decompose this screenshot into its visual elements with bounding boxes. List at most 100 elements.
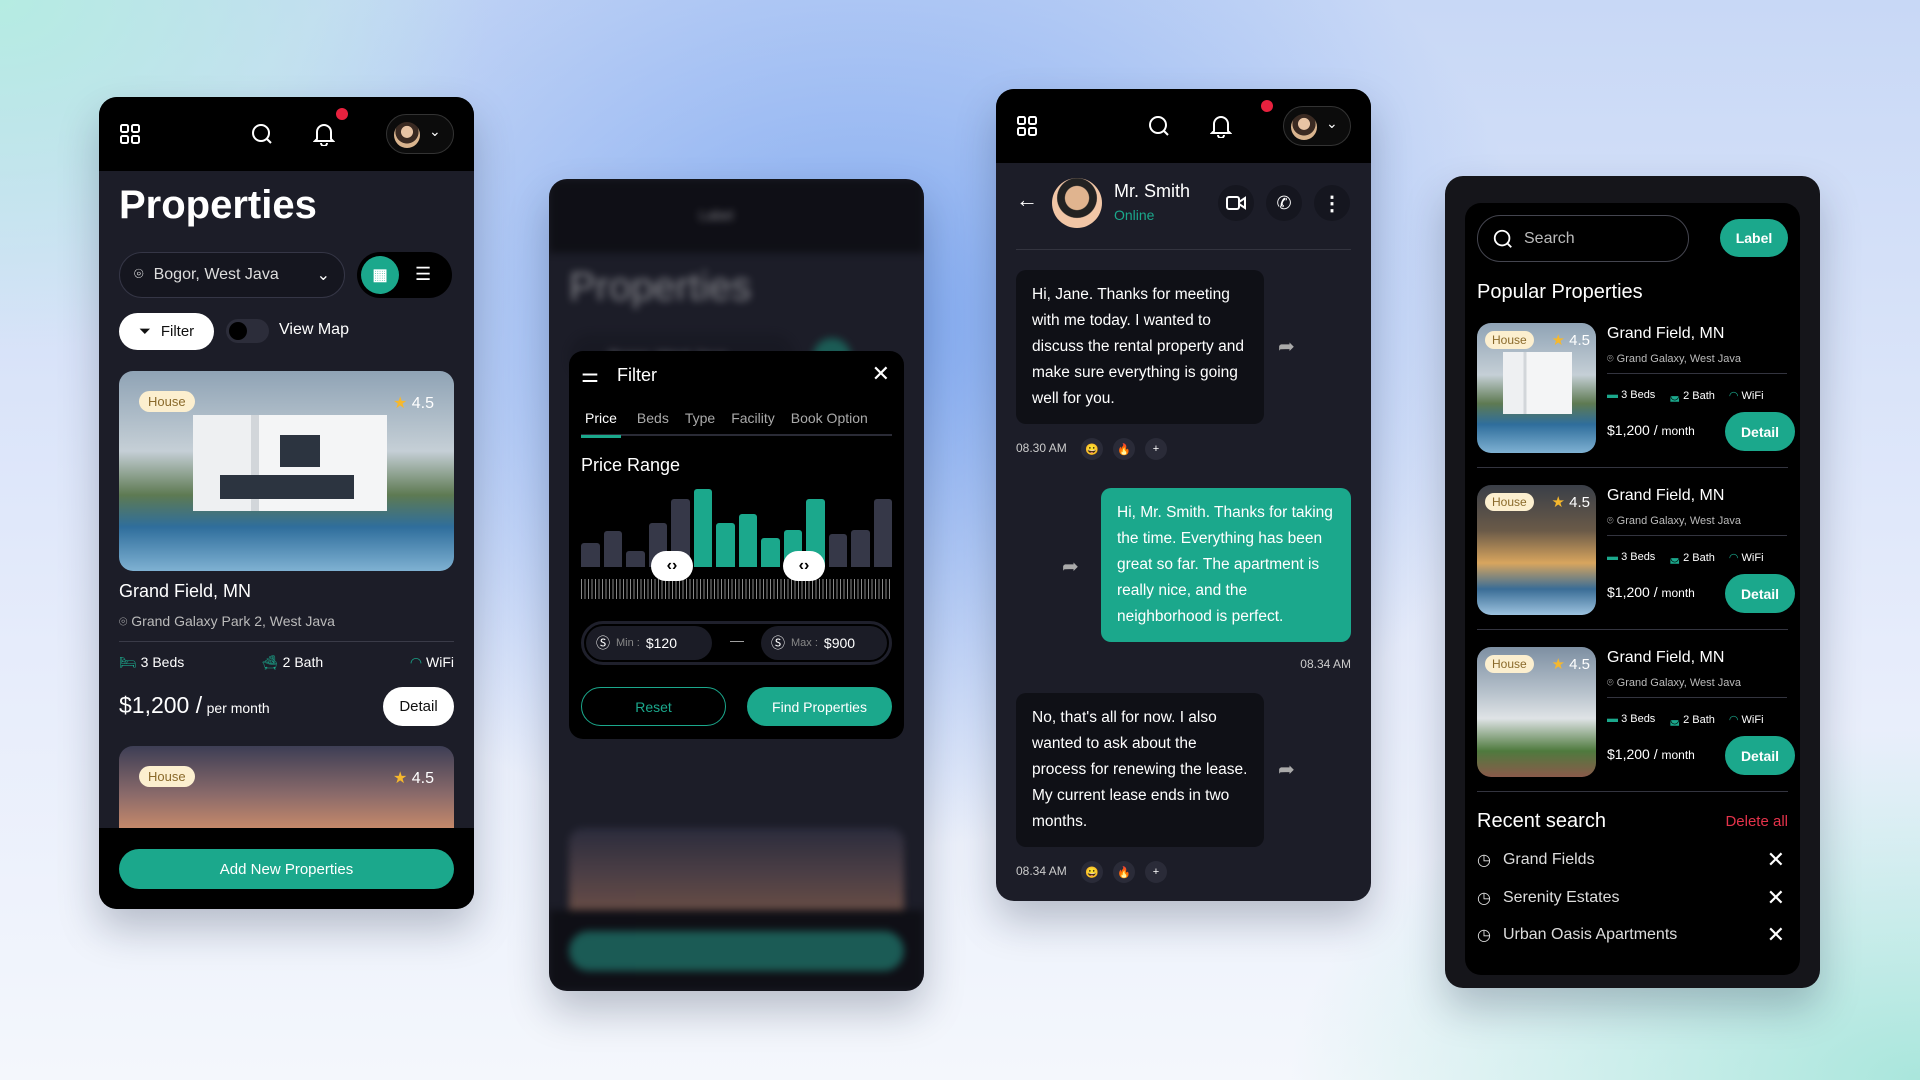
star-icon: ★ xyxy=(1551,656,1565,673)
find-properties-button[interactable]: Find Properties xyxy=(747,687,892,726)
location-pin-icon: ⌾ xyxy=(1607,515,1614,527)
share-icon[interactable]: ➦ xyxy=(1062,554,1079,579)
notification-dot xyxy=(336,108,348,120)
bed-icon: ▬ xyxy=(1607,713,1618,725)
grid-view-button[interactable]: ▦ xyxy=(361,256,399,294)
histogram-bar xyxy=(716,523,735,567)
tab-type[interactable]: Type xyxy=(685,410,715,434)
remove-icon[interactable]: ✕ xyxy=(1767,847,1785,873)
reaction-smile[interactable]: 😀 xyxy=(1081,861,1103,883)
page-title: Properties xyxy=(119,183,317,227)
profile-menu[interactable]: ⌄ xyxy=(386,114,454,154)
popular-property-item[interactable]: House ★ 4.5 Grand Field, MN ⌾ Grand Galax… xyxy=(1477,323,1795,453)
message-sent: Hi, Mr. Smith. Thanks for taking the tim… xyxy=(1101,488,1351,642)
message-time: 08.34 AM xyxy=(1300,657,1351,671)
remove-icon[interactable]: ✕ xyxy=(1767,885,1785,911)
back-arrow-icon[interactable]: ← xyxy=(1016,187,1038,213)
property-image[interactable]: House ★ 4.5 xyxy=(119,371,454,571)
popular-property-item[interactable]: House ★ 4.5 Grand Field, MN ⌾ Grand Galax… xyxy=(1477,647,1795,777)
detail-button[interactable]: Detail xyxy=(1725,736,1795,775)
add-new-properties-button[interactable]: Add New Properties xyxy=(119,849,454,889)
divider xyxy=(1477,791,1788,792)
reset-button[interactable]: Reset xyxy=(581,687,726,726)
recent-search-title: Recent search xyxy=(1477,810,1606,832)
popular-property-item[interactable]: House ★ 4.5 Grand Field, MN ⌾ Grand Galax… xyxy=(1477,485,1795,615)
price: $1,200 / per month xyxy=(119,692,270,718)
remove-icon[interactable]: ✕ xyxy=(1767,922,1785,948)
star-icon: ★ xyxy=(392,770,408,787)
histogram-bar xyxy=(828,534,847,567)
location-pin-icon: ⌾ xyxy=(119,613,128,629)
property-type-badge: House xyxy=(139,766,195,787)
dollar-icon: Ⓢ xyxy=(596,635,610,651)
detail-button[interactable]: Detail xyxy=(1725,412,1795,451)
bath: 🛁︎ 2 Bath xyxy=(261,654,324,670)
chevron-down-icon: ⌄ xyxy=(316,267,330,284)
tab-price[interactable]: Price xyxy=(581,410,621,438)
tab-facility[interactable]: Facility xyxy=(731,410,775,434)
search-icon[interactable] xyxy=(1146,113,1172,139)
recent-search-item[interactable]: ◷ Grand Fields ✕ xyxy=(1477,845,1785,875)
profile-menu[interactable]: ⌄ xyxy=(1283,106,1351,146)
min-price-field[interactable]: Ⓢ Min : $120 xyxy=(586,626,712,660)
histogram-bar xyxy=(693,489,712,567)
search-icon xyxy=(1493,229,1512,248)
search-icon[interactable] xyxy=(249,121,275,147)
property-image: House ★ 4.5 xyxy=(1477,647,1596,777)
add-reaction-button[interactable]: + xyxy=(1145,438,1167,460)
max-price-field[interactable]: Ⓢ Max : $900 xyxy=(761,626,887,660)
top-bar: ⌄ xyxy=(99,97,474,171)
divider xyxy=(1477,467,1788,468)
reaction-smile[interactable]: 😀 xyxy=(1081,438,1103,460)
view-map-toggle[interactable] xyxy=(226,319,269,343)
location-dropdown[interactable]: ⌾ Bogor, West Java ⌄ xyxy=(119,252,345,298)
recent-search-item[interactable]: ◷ Urban Oasis Apartments ✕ xyxy=(1477,920,1785,950)
bed-icon: ▬ xyxy=(1607,389,1618,401)
tab-beds[interactable]: Beds xyxy=(637,410,669,434)
min-range-handle[interactable]: ‹› xyxy=(651,551,693,581)
property-address: ⌾ Grand Galaxy, West Java xyxy=(1607,677,1741,689)
share-icon[interactable]: ➦ xyxy=(1278,334,1295,359)
label-button[interactable]: Label xyxy=(1720,219,1788,257)
histogram-bar xyxy=(603,531,622,567)
property-address: ⌾ Grand Galaxy Park 2, West Java xyxy=(119,613,335,629)
filter-modal: ⚌ Filter ✕ Price Beds Type Facility Book… xyxy=(569,351,904,739)
bell-icon[interactable] xyxy=(1208,113,1234,139)
grid-menu-icon[interactable] xyxy=(1014,113,1040,139)
filter-label: Filter xyxy=(160,323,195,340)
more-options-button[interactable]: ⋮ xyxy=(1314,185,1350,221)
star-icon: ★ xyxy=(1551,494,1565,511)
reaction-fire[interactable]: 🔥 xyxy=(1113,861,1135,883)
phone-call-button[interactable]: ✆ xyxy=(1266,185,1302,221)
grid-menu-icon[interactable] xyxy=(117,121,143,147)
wifi-icon: ◠ xyxy=(1728,390,1739,402)
recent-search-item[interactable]: ◷ Serenity Estates ✕ xyxy=(1477,883,1785,913)
wifi-icon: ◠ xyxy=(1728,714,1739,726)
add-reaction-button[interactable]: + xyxy=(1145,861,1167,883)
filter-screen: Label Properties Bogor, West Java ⚌ Filt… xyxy=(549,179,924,991)
detail-button[interactable]: Detail xyxy=(1725,574,1795,613)
detail-button[interactable]: Detail xyxy=(383,687,454,726)
video-call-button[interactable] xyxy=(1218,185,1254,221)
bathtub-icon: ◛ xyxy=(1669,390,1680,402)
rating: ★ 4.5 xyxy=(392,395,434,412)
bell-icon[interactable] xyxy=(311,121,337,147)
property-name: Grand Field, MN xyxy=(1607,325,1725,342)
location-value: Bogor, West Java xyxy=(153,266,279,283)
history-icon: ◷ xyxy=(1477,852,1491,869)
property-address: ⌾ Grand Galaxy, West Java xyxy=(1607,515,1741,527)
share-icon[interactable]: ➦ xyxy=(1278,757,1295,782)
history-icon: ◷ xyxy=(1477,927,1491,944)
close-icon[interactable]: ✕ xyxy=(872,361,890,387)
reaction-fire[interactable]: 🔥 xyxy=(1113,438,1135,460)
filter-button[interactable]: ⏷ Filter xyxy=(119,313,214,350)
property-name: Grand Field, MN xyxy=(1607,649,1725,666)
tab-book-option[interactable]: Book Option xyxy=(791,410,868,434)
max-range-handle[interactable]: ‹› xyxy=(783,551,825,581)
list-view-button[interactable]: ☰ xyxy=(415,264,431,285)
search-input[interactable]: Search xyxy=(1477,215,1689,262)
footer-bar: Add New Properties xyxy=(99,828,474,909)
divider xyxy=(1016,249,1351,250)
delete-all-link[interactable]: Delete all xyxy=(1725,813,1788,830)
wifi-icon: ◠ xyxy=(1728,552,1739,564)
